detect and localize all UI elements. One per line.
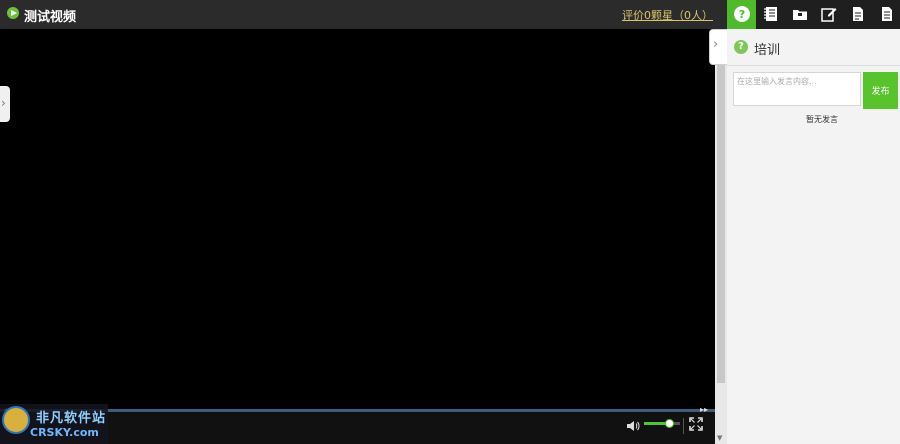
- edit-tab[interactable]: [814, 0, 843, 29]
- left-panel-toggle[interactable]: ›: [0, 86, 10, 122]
- empty-comments-message: 暂无发言: [806, 115, 838, 124]
- help-tab[interactable]: ?: [727, 0, 756, 29]
- watermark-name: 非凡软件站: [36, 411, 107, 426]
- video-title: 测试视频: [24, 10, 77, 25]
- volume-knob[interactable]: [665, 419, 675, 428]
- edit-icon: [821, 8, 837, 22]
- collapse-panel-button[interactable]: ›: [709, 29, 728, 65]
- panel-header: ? 培训: [727, 29, 900, 66]
- panel-toolbar: ?: [727, 0, 900, 29]
- notebook-icon: [764, 7, 777, 21]
- watermark-domain: CRSKY.com: [30, 426, 99, 439]
- panel-title: 培训: [754, 43, 781, 58]
- publish-button[interactable]: 发布: [863, 72, 898, 109]
- svg-text:?: ?: [739, 8, 745, 21]
- scroll-down-arrow-icon[interactable]: ▼: [717, 434, 722, 442]
- document-icon: [853, 7, 863, 21]
- fullscreen-icon[interactable]: [689, 417, 703, 431]
- folder-icon: [793, 10, 807, 20]
- document-lines-icon: [882, 7, 892, 21]
- help-icon: ?: [734, 40, 748, 54]
- watermark-logo: 非凡软件站 CRSKY.com: [0, 404, 108, 444]
- document-tab[interactable]: [843, 0, 872, 29]
- comment-input[interactable]: [733, 72, 861, 106]
- video-title-bar: 测试视频 评价0颗星（0人）: [0, 0, 727, 29]
- volume-slider[interactable]: [644, 419, 680, 428]
- volume-icon[interactable]: [626, 419, 640, 433]
- folder-tab[interactable]: [785, 0, 814, 29]
- logo-mark-icon: [2, 406, 30, 434]
- scrollbar-thumb[interactable]: [717, 31, 725, 383]
- chevron-right-icon: ›: [713, 37, 719, 52]
- play-icon: [7, 7, 19, 19]
- divider: [683, 418, 684, 434]
- help-icon: ?: [734, 6, 750, 22]
- notebook-tab[interactable]: [756, 0, 785, 29]
- chevron-right-icon: ›: [1, 96, 6, 110]
- vertical-scrollbar[interactable]: ▼: [715, 29, 727, 444]
- rating-link[interactable]: 评价0颗星（0人）: [622, 7, 713, 23]
- video-canvas[interactable]: ›: [0, 29, 715, 411]
- document-lines-tab[interactable]: [872, 0, 900, 29]
- training-panel: ? 培训 发布 暂无发言: [727, 29, 900, 444]
